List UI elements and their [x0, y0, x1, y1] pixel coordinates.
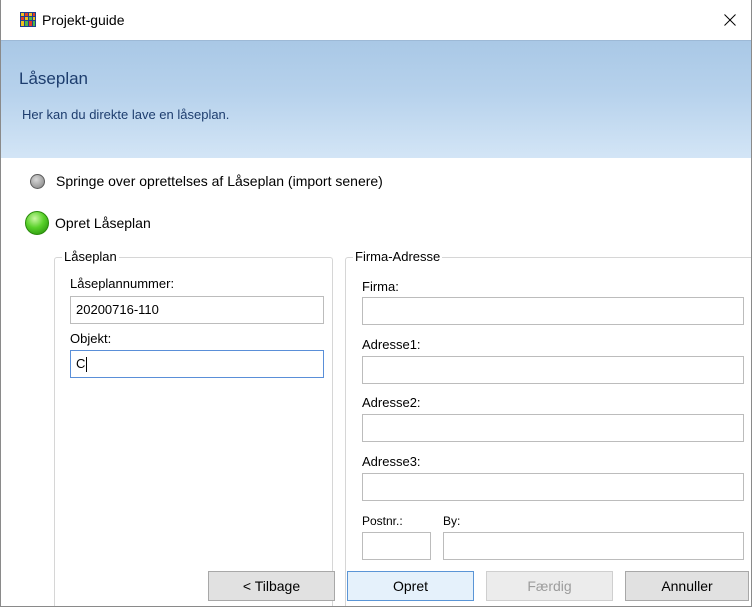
create-button[interactable]: Opret	[347, 571, 474, 601]
project-wizard-window: Projekt-guide Låseplan Her kan du direkt…	[0, 0, 752, 607]
page-subtitle: Her kan du direkte lave en låseplan.	[22, 107, 230, 122]
app-grid-icon	[20, 12, 36, 27]
page-title: Låseplan	[19, 69, 89, 88]
text-caret	[86, 357, 88, 373]
back-button[interactable]: < Tilbage	[208, 571, 335, 601]
adresse2-label: Adresse2:	[362, 395, 421, 410]
adresse2-input[interactable]	[362, 414, 744, 442]
object-input[interactable]: C	[70, 350, 324, 378]
laaseplan-group-legend: Låseplan	[62, 249, 119, 265]
cancel-button[interactable]: Annuller	[625, 571, 749, 601]
firma-input[interactable]	[362, 297, 744, 325]
laaseplan-number-input[interactable]: 20200716-110	[70, 296, 324, 324]
skip-option-label: Springe over oprettelses af Låseplan (im…	[56, 173, 383, 189]
postnr-label: Postnr.:	[362, 514, 403, 528]
postnr-input[interactable]	[362, 532, 431, 560]
title-bar[interactable]: Projekt-guide	[1, 0, 751, 40]
by-input[interactable]	[443, 532, 744, 560]
object-label: Objekt:	[70, 331, 112, 346]
firma-label: Firma:	[362, 279, 399, 294]
close-icon	[724, 14, 736, 26]
skip-option-radio[interactable]: Springe over oprettelses af Låseplan (im…	[30, 173, 383, 189]
finish-button[interactable]: Færdig	[486, 571, 613, 601]
close-button[interactable]	[707, 0, 751, 40]
firma-group-legend: Firma-Adresse	[353, 249, 443, 265]
create-option-label: Opret Låseplan	[55, 215, 151, 231]
radio-unselected-icon[interactable]	[30, 173, 45, 189]
adresse3-label: Adresse3:	[362, 454, 421, 469]
object-value: C	[76, 356, 86, 371]
by-label: By:	[443, 514, 461, 528]
adresse3-input[interactable]	[362, 473, 744, 501]
laaseplan-number-value: 20200716-110	[76, 302, 159, 317]
create-option-radio[interactable]: Opret Låseplan	[25, 211, 151, 235]
laaseplan-number-label: Låseplannummer:	[70, 276, 175, 291]
window-title: Projekt-guide	[42, 12, 125, 28]
adresse1-input[interactable]	[362, 356, 744, 384]
radio-selected-icon[interactable]	[25, 211, 49, 235]
adresse1-label: Adresse1:	[362, 337, 421, 352]
header-banner: Låseplan Her kan du direkte lave en låse…	[1, 40, 751, 158]
